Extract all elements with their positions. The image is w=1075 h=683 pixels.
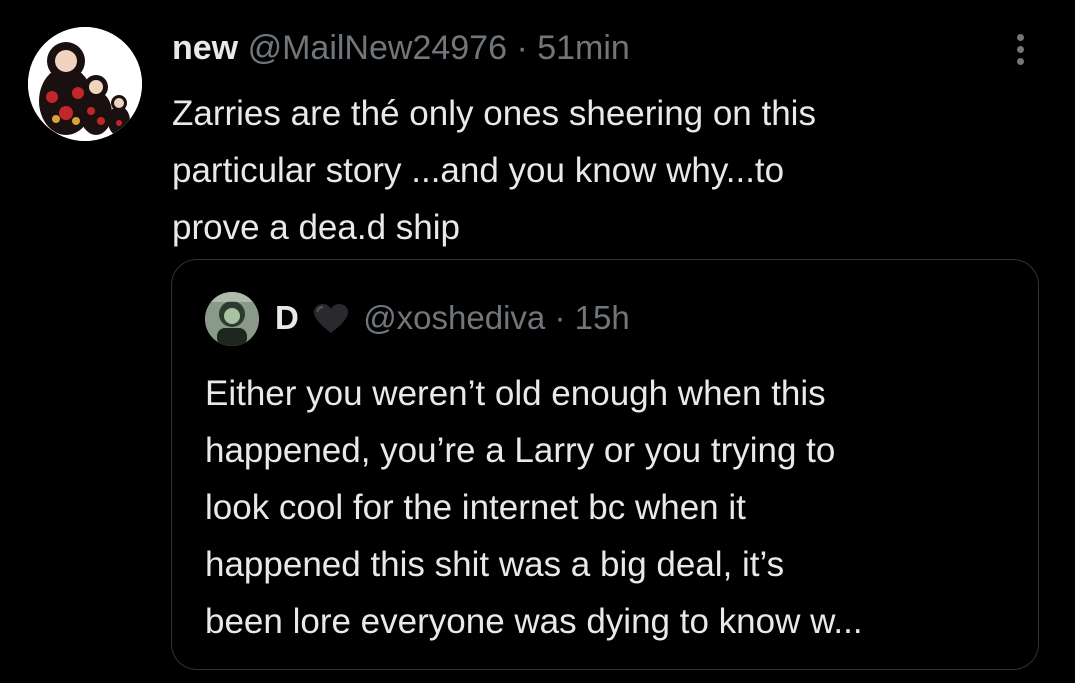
more-options-button[interactable] bbox=[1009, 34, 1031, 70]
more-options-icon bbox=[1016, 34, 1024, 41]
quoted-author-avatar[interactable] bbox=[205, 292, 259, 346]
tweet[interactable]: new @MailNew24976 · 51min Zarries are th… bbox=[0, 0, 1075, 683]
quoted-tweet-text: Either you weren’t old enough when this … bbox=[205, 374, 863, 641]
quoted-header-separator: · bbox=[554, 299, 566, 336]
tweet-content: new @MailNew24976 · 51min Zarries are th… bbox=[172, 28, 1022, 256]
tweet-text: Zarries are thé only ones sheering on th… bbox=[172, 94, 816, 247]
tweet-time[interactable]: 51min bbox=[537, 29, 630, 67]
quoted-tweet-time[interactable]: 15h bbox=[575, 299, 630, 336]
black-heart-icon bbox=[314, 304, 349, 333]
tweet-header: new @MailNew24976 · 51min bbox=[172, 28, 1022, 68]
author-handle[interactable]: @MailNew24976 bbox=[248, 29, 507, 67]
header-separator: · bbox=[516, 29, 528, 67]
more-options-dot bbox=[1016, 58, 1024, 65]
quoted-author-name[interactable]: D bbox=[275, 299, 299, 336]
avatar-photo-icon bbox=[205, 292, 259, 346]
author-name[interactable]: new bbox=[172, 29, 238, 67]
quoted-author-handle[interactable]: @xoshediva bbox=[363, 299, 545, 336]
more-options-dot bbox=[1016, 46, 1024, 53]
matryoshka-dolls-icon bbox=[28, 27, 142, 141]
quoted-tweet-header: D @xoshediva · 15h bbox=[275, 298, 630, 338]
author-avatar[interactable] bbox=[28, 27, 142, 141]
quoted-tweet[interactable]: D @xoshediva · 15h Either you weren’t ol… bbox=[171, 259, 1039, 670]
